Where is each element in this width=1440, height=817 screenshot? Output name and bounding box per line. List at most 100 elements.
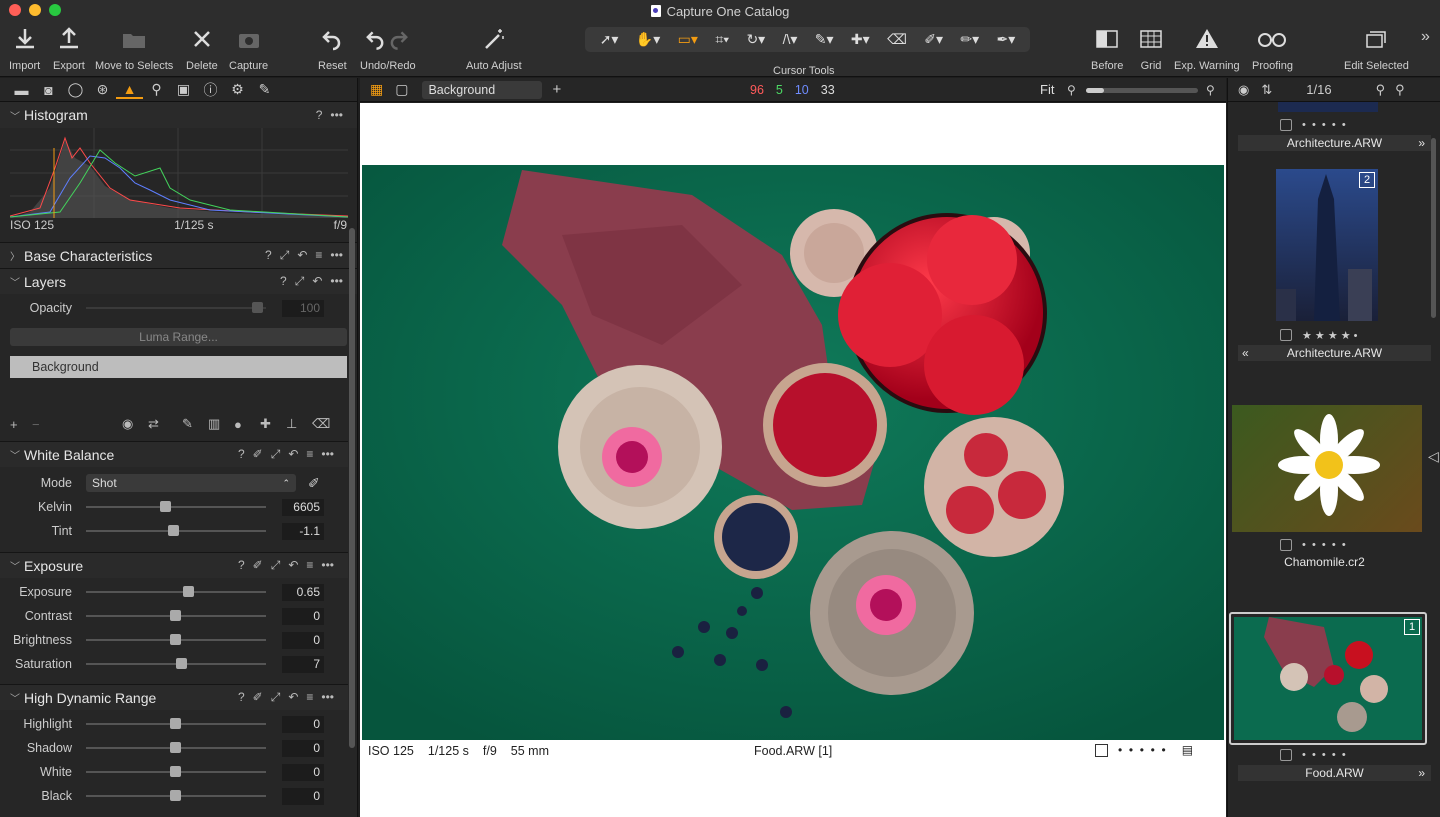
contrast-knob[interactable]: [170, 610, 181, 621]
saturation-slider[interactable]: [86, 658, 266, 669]
reset-tool-icon[interactable]: ↶: [312, 274, 322, 289]
reset-button[interactable]: Reset: [318, 26, 347, 72]
chevron-down-icon[interactable]: ﹀: [10, 447, 24, 462]
more-icon[interactable]: •••: [330, 248, 343, 263]
before-button[interactable]: Before: [1091, 26, 1123, 72]
zoom-window-button[interactable]: [49, 4, 61, 16]
chevron-down-icon[interactable]: ﹀: [10, 690, 24, 705]
thumb-architecture[interactable]: 2: [1276, 169, 1378, 321]
erase-cursor-icon[interactable]: ⌫: [887, 31, 907, 48]
layer-select[interactable]: Background: [422, 80, 543, 99]
chevron-left-icon[interactable]: «: [1242, 345, 1249, 361]
export-button[interactable]: Export: [53, 26, 85, 72]
library-tab-icon[interactable]: ▬: [8, 82, 35, 98]
brightness-slider[interactable]: [86, 634, 266, 645]
expand-icon[interactable]: ⤢: [271, 558, 281, 573]
exposure-tab-icon[interactable]: ▲: [116, 81, 143, 99]
mask-view-icon[interactable]: ◉: [122, 416, 148, 432]
opacity-value[interactable]: 100: [282, 299, 324, 317]
thumb4-caption[interactable]: Food.ARW »: [1238, 765, 1431, 781]
layers-header[interactable]: ﹀ Layers ? ⤢ ↶ •••: [0, 268, 357, 294]
color-tag-checkbox[interactable]: [1095, 743, 1108, 757]
food-photo[interactable]: [362, 165, 1224, 740]
edit-selected-button[interactable]: Edit Selected: [1344, 26, 1409, 72]
chevron-right-icon[interactable]: »: [1418, 765, 1425, 781]
help-icon[interactable]: ?: [280, 274, 287, 289]
brightness-knob[interactable]: [170, 634, 181, 645]
shadow-value[interactable]: 0: [282, 739, 324, 757]
presets-icon[interactable]: ≡: [315, 248, 322, 263]
thumb-food-selected[interactable]: 1: [1229, 612, 1427, 745]
histogram-header[interactable]: ﹀ Histogram ? •••: [0, 102, 357, 128]
rotate-cursor-icon[interactable]: ↻▾: [746, 31, 765, 48]
heal-cursor-icon[interactable]: ✚▾: [851, 31, 870, 48]
presets-icon[interactable]: ≡: [306, 447, 313, 462]
lens-tab-icon[interactable]: ◯: [62, 81, 89, 98]
metadata-tab-icon[interactable]: ⓘ: [197, 80, 224, 100]
white-slider[interactable]: [86, 766, 266, 777]
opacity-knob[interactable]: [252, 302, 263, 313]
thumb1-caption[interactable]: Architecture.ARW »: [1238, 135, 1431, 151]
highlight-knob[interactable]: [170, 718, 181, 729]
exposure-knob[interactable]: [183, 586, 194, 597]
reset-tool-icon[interactable]: ↶: [297, 248, 307, 263]
capture-tab-icon[interactable]: ◙: [35, 82, 62, 98]
mask-swap-icon[interactable]: ⇄: [148, 416, 182, 432]
zoom-in-icon[interactable]: ⚲: [1206, 83, 1215, 97]
crop-cursor-icon[interactable]: ⌗▾: [715, 31, 729, 48]
exposure-slider[interactable]: [86, 586, 266, 597]
select-cursor-icon[interactable]: ➚▾: [600, 31, 619, 48]
reset-tool-icon[interactable]: ↶: [288, 558, 298, 573]
thumb-chamomile[interactable]: [1232, 405, 1422, 532]
count-blue[interactable]: 10: [795, 83, 809, 97]
kelvin-knob[interactable]: [160, 501, 171, 512]
tint-value[interactable]: -1.1: [282, 522, 324, 540]
presets-icon[interactable]: ≡: [306, 558, 313, 573]
annotate-cursor-icon[interactable]: ✏▾: [960, 31, 979, 48]
opacity-slider[interactable]: [86, 302, 266, 313]
help-icon[interactable]: ?: [238, 690, 245, 705]
picker-icon[interactable]: ✐: [253, 447, 263, 462]
select-checkbox[interactable]: [1280, 539, 1292, 551]
toolbar-overflow-icon[interactable]: »: [1421, 28, 1430, 46]
capture-button[interactable]: Capture: [229, 26, 268, 72]
black-slider[interactable]: [86, 790, 266, 801]
details-tab-icon[interactable]: ⚲: [143, 81, 170, 98]
eyedropper-icon[interactable]: ✐: [308, 475, 320, 492]
black-value[interactable]: 0: [282, 787, 324, 805]
thumb-architecture-top[interactable]: [1278, 102, 1378, 112]
exposure-value[interactable]: 0.65: [282, 583, 324, 601]
proofing-button[interactable]: Proofing: [1252, 26, 1293, 72]
chevron-right-icon[interactable]: »: [1418, 135, 1425, 151]
zoom-slider[interactable]: [1086, 88, 1198, 93]
auto-adjust-button[interactable]: Auto Adjust: [466, 26, 522, 72]
highlight-slider[interactable]: [86, 718, 266, 729]
tools-scrollbar[interactable]: [349, 228, 355, 748]
exposure-warning-button[interactable]: Exp. Warning: [1174, 26, 1240, 72]
adjustments-tab-icon[interactable]: ▣: [170, 81, 197, 98]
kelvin-value[interactable]: 6605: [282, 498, 324, 516]
presets-icon[interactable]: ≡: [306, 690, 313, 705]
brightness-value[interactable]: 0: [282, 631, 324, 649]
star-rating[interactable]: • • • • •: [1302, 119, 1346, 131]
white-value[interactable]: 0: [282, 763, 324, 781]
contrast-value[interactable]: 0: [282, 607, 324, 625]
hdr-header[interactable]: ﹀ High Dynamic Range ? ✐ ⤢ ↶ ≡ •••: [0, 684, 348, 710]
exposure-header[interactable]: ﹀ Exposure ? ✐ ⤢ ↶ ≡ •••: [0, 552, 348, 578]
layer-background[interactable]: Background: [10, 356, 347, 378]
import-button[interactable]: Import: [9, 26, 40, 72]
reset-tool-icon[interactable]: ↶: [288, 447, 298, 462]
expand-icon[interactable]: ⤢: [280, 248, 290, 263]
help-icon[interactable]: ?: [238, 447, 245, 462]
help-icon[interactable]: ?: [316, 108, 323, 122]
image-viewer[interactable]: ISO 125 1/125 s f/9 55 mm Food.ARW [1] •…: [360, 103, 1226, 817]
more-icon[interactable]: •••: [321, 558, 334, 573]
keystone-cursor-icon[interactable]: /\▾: [783, 31, 798, 48]
zoom-fit-label[interactable]: Fit: [1040, 82, 1054, 97]
sort-icon[interactable]: ⇅: [1261, 82, 1272, 98]
help-icon[interactable]: ?: [238, 558, 245, 573]
chevron-right-icon[interactable]: 〉: [10, 248, 24, 263]
multi-view-icon[interactable]: ▦: [370, 81, 383, 98]
grid-button[interactable]: Grid: [1138, 26, 1164, 72]
luma-range-button[interactable]: Luma Range...: [10, 328, 347, 346]
